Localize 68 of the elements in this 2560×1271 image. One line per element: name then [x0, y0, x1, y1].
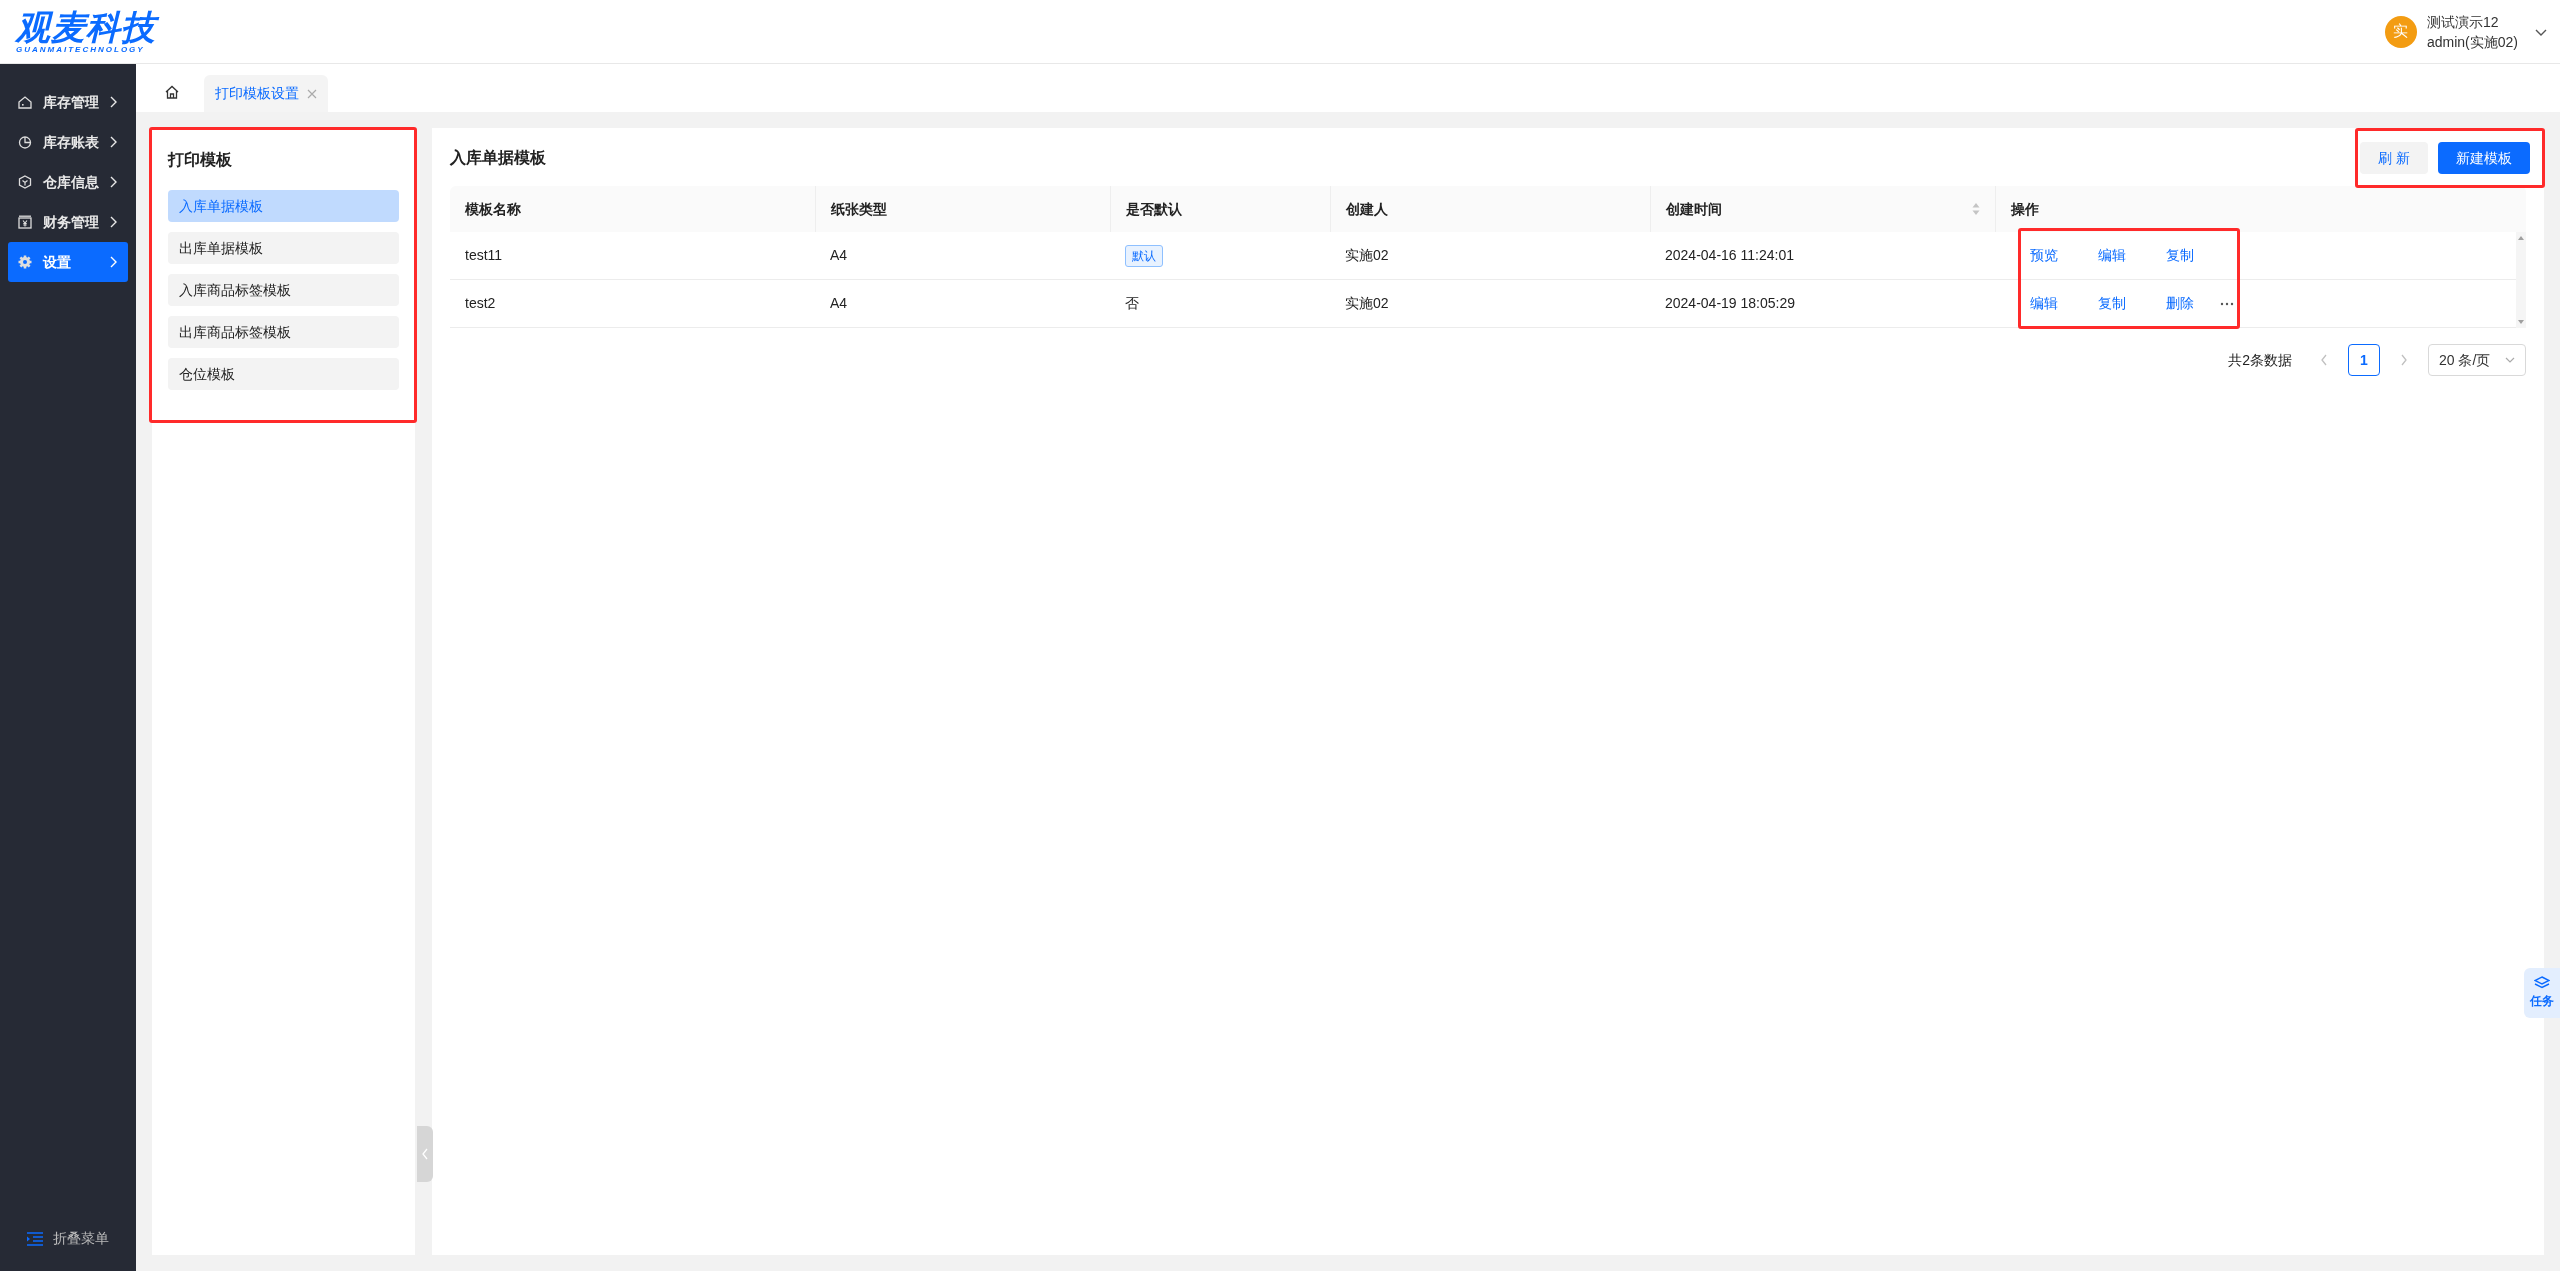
sidebar-item[interactable]: 设置 — [8, 242, 128, 282]
column-header: 纸张类型 — [831, 199, 887, 219]
sidebar-item[interactable]: 仓库信息 — [8, 162, 128, 202]
total-count: 共2条数据 — [2228, 350, 2292, 370]
template-item[interactable]: 出库单据模板 — [168, 232, 399, 264]
template-item[interactable]: 出库商品标签模板 — [168, 316, 399, 348]
sidebar-item[interactable]: 财务管理 — [8, 202, 128, 242]
panel-title: 打印模板 — [168, 150, 233, 170]
action-link[interactable]: 预览 — [2030, 247, 2058, 263]
table-cell: 否 — [1125, 295, 1139, 311]
action-link[interactable]: 复制 — [2098, 295, 2126, 311]
column-header: 创建人 — [1346, 199, 1388, 219]
table-cell: A4 — [830, 247, 848, 263]
more-icon[interactable] — [2220, 301, 2234, 306]
table-cell: 2024-04-19 18:05:29 — [1665, 295, 1795, 311]
page-button[interactable]: 1 — [2348, 344, 2380, 376]
sidebar-item[interactable]: 库存管理 — [8, 82, 128, 122]
chevron-right-icon — [108, 176, 118, 188]
pie-chart-icon — [17, 134, 33, 150]
sort-icon[interactable] — [1972, 202, 1980, 216]
task-button[interactable]: 任务 — [2524, 968, 2560, 1018]
settings-icon — [17, 254, 33, 270]
yen-box-icon — [17, 214, 33, 230]
close-icon[interactable] — [307, 88, 317, 99]
user-account: admin(实施02) — [2426, 32, 2518, 52]
scroll-down-icon[interactable] — [2518, 320, 2524, 324]
table-cell: 2024-04-16 11:24:01 — [1665, 247, 1794, 263]
table-cell: 实施02 — [1345, 247, 1389, 263]
default-tag: 默认 — [1125, 244, 1163, 267]
tab[interactable]: 打印模板设置 — [204, 75, 328, 112]
column-header: 操作 — [2011, 199, 2039, 219]
layers-icon — [2534, 976, 2550, 990]
action-link[interactable]: 复制 — [2166, 247, 2194, 263]
column-header: 是否默认 — [1126, 199, 1182, 219]
chevron-right-icon[interactable] — [2400, 354, 2408, 366]
chevron-down-icon — [2505, 357, 2515, 363]
chevron-right-icon — [108, 96, 118, 108]
action-link[interactable]: 编辑 — [2098, 247, 2126, 263]
cube-icon — [17, 174, 33, 190]
chevron-right-icon — [108, 216, 118, 228]
refresh-button[interactable]: 刷 新 — [2360, 142, 2428, 174]
template-item[interactable]: 入库单据模板 — [168, 190, 399, 222]
column-header: 创建时间 — [1666, 199, 1722, 219]
chevron-right-icon — [108, 256, 118, 268]
table-cell: test11 — [465, 247, 503, 263]
table-cell: test2 — [465, 295, 496, 311]
action-link[interactable]: 编辑 — [2030, 295, 2058, 311]
house-icon — [17, 94, 33, 110]
column-header: 模板名称 — [465, 199, 521, 219]
scroll-up-icon[interactable] — [2518, 236, 2524, 240]
page-size-select[interactable]: 20 条/页 — [2428, 344, 2526, 376]
template-item[interactable]: 入库商品标签模板 — [168, 274, 399, 306]
home-icon[interactable] — [164, 84, 180, 100]
action-link[interactable]: 删除 — [2166, 295, 2194, 311]
list-title: 入库单据模板 — [450, 148, 546, 168]
scrollbar[interactable] — [2516, 232, 2526, 328]
user-name: 测试演示12 — [2426, 12, 2500, 32]
table-cell: 实施02 — [1345, 295, 1389, 311]
collapse-menu-button[interactable]: 折叠菜单 — [0, 1228, 136, 1249]
table-cell: A4 — [830, 295, 848, 311]
chevron-right-icon — [108, 136, 118, 148]
new-template-button[interactable]: 新建模板 — [2438, 142, 2530, 174]
template-item[interactable]: 仓位模板 — [168, 358, 399, 390]
chevron-left-icon — [421, 1148, 429, 1160]
sidebar-item[interactable]: 库存账表 — [8, 122, 128, 162]
collapse-menu-icon — [27, 1231, 43, 1246]
collapse-handle[interactable] — [417, 1126, 433, 1182]
chevron-left-icon[interactable] — [2320, 354, 2328, 366]
